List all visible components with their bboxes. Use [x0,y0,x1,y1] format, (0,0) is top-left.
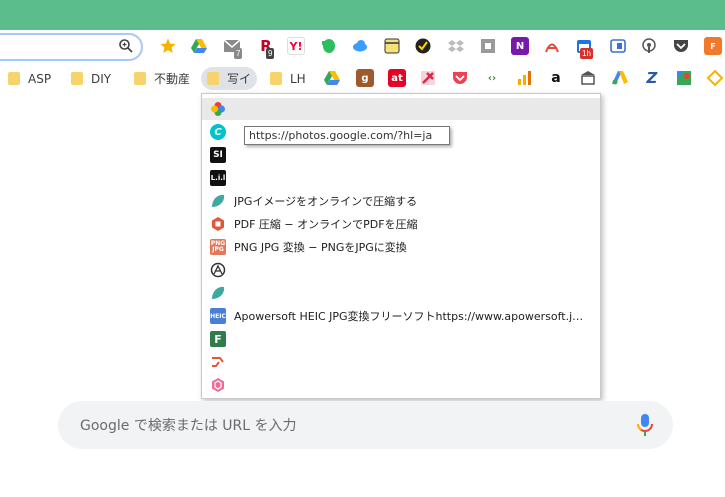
google-ads-bookmark-icon[interactable] [611,69,629,87]
leaf-icon [212,286,225,299]
folder-icon [8,72,20,85]
puzzle-extension-icon[interactable] [479,37,497,55]
rakuten-badge: 9 [266,48,275,59]
red-tool-bookmark-icon[interactable] [419,69,437,87]
orange-extension-icon[interactable]: F [704,37,722,55]
si-icon: SI [210,147,226,163]
building-bookmark-icon[interactable] [579,69,597,87]
zoom-icon[interactable] [118,38,134,54]
url-tooltip: https://photos.google.com/?hl=ja [244,126,450,145]
bookmark-item-jpg-compress[interactable]: JPGイメージをオンラインで圧縮する [202,190,600,212]
calendar-badge: 1h [580,48,593,59]
checkmark-extension-icon[interactable] [414,37,432,55]
canva-icon: C [210,124,226,140]
g-bookmark-icon[interactable]: g [356,69,374,87]
reader-icon[interactable] [609,37,627,55]
lil-icon: L.i.l [210,170,226,186]
f-logo-icon: F [210,331,226,347]
folder-icon [134,72,146,85]
bookmark-item-f[interactable]: F [202,328,600,350]
window-title-bar [0,0,725,30]
folder-icon [207,72,219,85]
onenote-icon[interactable]: N [511,37,529,55]
search-placeholder: Google で検索または URL を入力 [80,418,297,434]
yahoo-icon[interactable]: Y! [287,37,305,55]
maps-bookmark-icon[interactable] [675,69,693,87]
bookmark-item-pdf-compress[interactable]: PDF 圧縮 − オンラインでPDFを圧縮 [202,213,600,235]
google-photos-icon [211,102,225,116]
pocket-icon[interactable] [672,37,690,55]
bookmark-item-png-jpg[interactable]: PNG JPG PNG JPG 変換 − PNGをJPGに変換 [202,236,600,258]
podcast-icon[interactable] [640,37,658,55]
analytics-bookmark-icon[interactable] [515,69,533,87]
code-bookmark-icon[interactable]: ‹› [483,69,501,87]
circle-logo-icon [210,262,226,278]
bookmark-folder-lh[interactable]: LH [270,67,306,90]
folder-icon [71,72,83,85]
bookmark-item-circle-logo[interactable] [202,259,600,281]
bookmark-folder-photos[interactable]: 写イ [201,67,258,90]
bookmark-item-lil[interactable]: L.i.l [202,167,600,189]
notes-icon[interactable] [383,37,401,55]
microphone-icon[interactable] [633,412,657,438]
heic-icon: HEIC [210,308,226,324]
icloud-icon[interactable] [351,37,369,55]
bookmark-folder-diy[interactable]: DIY [71,67,111,90]
pocket-bookmark-icon[interactable] [451,69,469,87]
png-jpg-icon: PNG JPG [210,239,226,255]
bookmark-item-si[interactable]: SI [202,144,600,166]
convert-arrows-icon [212,357,224,367]
amazon-bookmark-icon[interactable]: a [547,69,565,87]
at-bookmark-icon[interactable]: at [388,69,406,87]
star-icon[interactable] [159,37,177,55]
pink-hexagon-icon [212,378,224,392]
bookmark-item-apowersoft-heic[interactable]: HEIC Apowersoft HEIC JPG変換フリーソフトhttps://… [202,305,600,327]
bookmark-item-pink-hexagon[interactable] [202,374,600,396]
diamond-bookmark-icon[interactable] [706,69,724,87]
evernote-icon[interactable] [319,37,337,55]
bookmark-item-google-photos[interactable] [202,98,600,120]
gmail-badge: 7 [234,48,243,59]
drive-bookmark-icon[interactable] [323,69,341,87]
bookmark-item-leaf[interactable] [202,282,600,304]
leaf-icon [212,194,225,207]
dropbox-icon[interactable] [447,37,465,55]
bookmark-folder-fudosan[interactable]: 不動産 [134,67,190,90]
google-drive-icon[interactable] [190,37,208,55]
folder-icon [270,72,282,85]
hexagon-pdf-icon [212,217,224,231]
z-bookmark-icon[interactable]: Z [643,69,661,87]
bookmark-folder-asp[interactable]: ASP [8,67,51,90]
bookmark-item-convert[interactable] [202,351,600,373]
search-box[interactable]: Google で検索または URL を入力 [58,401,673,449]
pdf-icon[interactable] [543,37,561,55]
